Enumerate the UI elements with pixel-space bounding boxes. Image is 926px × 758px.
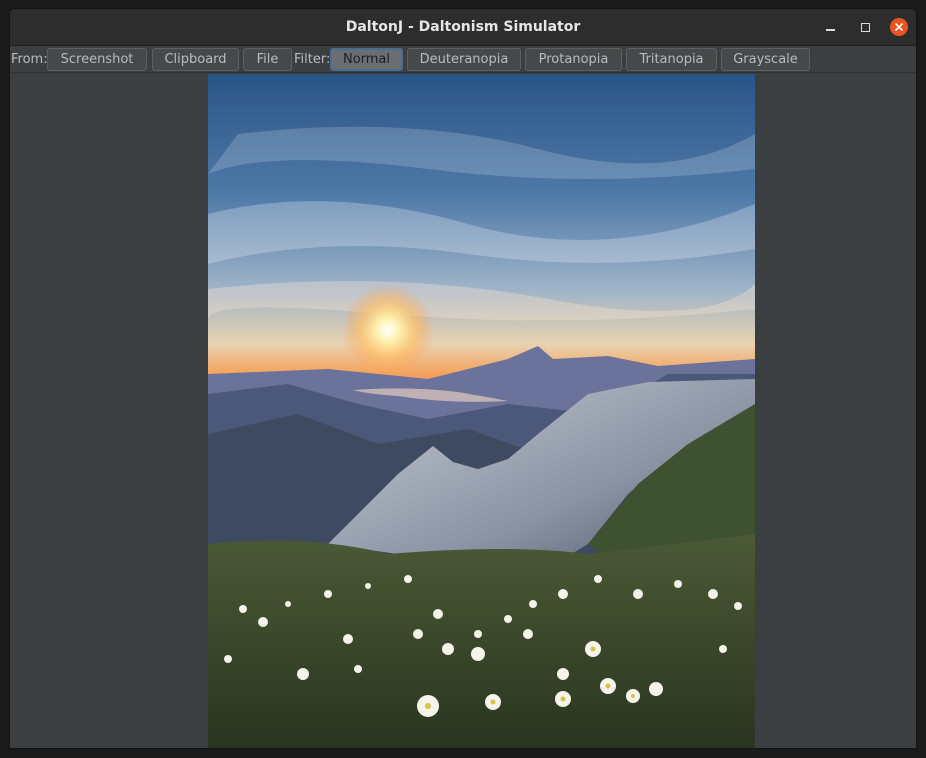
from-label: From:	[11, 52, 48, 67]
toolbar: From: Screenshot Clipboard File Filter: …	[10, 47, 916, 73]
filter-deuteranopia-button[interactable]: Deuteranopia	[407, 48, 521, 71]
filter-normal-button[interactable]: Normal	[330, 48, 403, 71]
filter-label: Filter:	[294, 52, 331, 67]
screenshot-button[interactable]: Screenshot	[47, 48, 147, 71]
app-window: DaltonJ - Daltonism Simulator From: Scre…	[9, 8, 917, 749]
minimize-icon	[825, 28, 835, 31]
filter-protanopia-button[interactable]: Protanopia	[525, 48, 622, 71]
close-button[interactable]	[890, 18, 908, 36]
preview-image	[208, 74, 755, 748]
maximize-button[interactable]	[856, 18, 874, 36]
filter-grayscale-button[interactable]: Grayscale	[721, 48, 810, 71]
minimize-button[interactable]	[821, 18, 839, 36]
window-title: DaltonJ - Daltonism Simulator	[345, 19, 581, 35]
maximize-icon	[860, 22, 870, 32]
title-bar[interactable]: DaltonJ - Daltonism Simulator	[10, 9, 916, 46]
file-button[interactable]: File	[243, 48, 292, 71]
clipboard-button[interactable]: Clipboard	[152, 48, 239, 71]
image-viewer	[10, 74, 916, 748]
close-icon	[895, 23, 903, 31]
filter-tritanopia-button[interactable]: Tritanopia	[626, 48, 717, 71]
